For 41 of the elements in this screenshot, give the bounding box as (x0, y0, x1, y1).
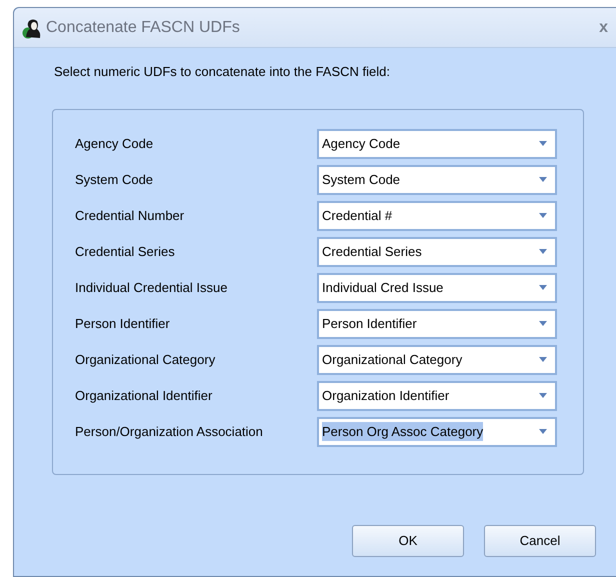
field-label: Agency Code (75, 134, 154, 153)
field-label: System Code (75, 170, 154, 189)
dropdown[interactable]: Credential # (317, 200, 557, 230)
ok-button[interactable]: OK (352, 524, 464, 556)
field-label: Person Identifier (75, 314, 171, 333)
caret-icon (539, 249, 547, 254)
cancel-button[interactable]: Cancel (484, 524, 596, 556)
dropdown[interactable]: Individual Cred Issue (317, 272, 557, 302)
dropdown[interactable]: Organization Identifier (317, 380, 557, 410)
field-label: Person/Organization Association (75, 422, 264, 441)
field-label: Organizational Category (75, 350, 216, 369)
dropdown-value: Organizational Category (322, 350, 462, 369)
dropdown-value: Agency Code (322, 134, 400, 153)
field-label: Organizational Identifier (75, 386, 214, 405)
window-title: Concatenate FASCN UDFs (46, 18, 240, 38)
dropdown-value: Person Identifier (322, 314, 417, 333)
field-label: Individual Credential Issue (75, 278, 228, 297)
dropdown[interactable]: Person Org Assoc Category (317, 416, 557, 446)
dropdown[interactable]: Credential Series (317, 236, 557, 266)
dropdown-value: System Code (322, 170, 400, 189)
caret-icon (539, 141, 547, 146)
caret-icon (539, 321, 547, 326)
caret-icon (539, 393, 547, 398)
caret-icon (539, 177, 547, 182)
dropdown[interactable]: System Code (317, 164, 557, 194)
dropdown-value: Organization Identifier (322, 386, 450, 405)
caret-icon (539, 357, 547, 362)
dropdown-value: Person Org Assoc Category (322, 422, 484, 442)
caret-icon (539, 213, 547, 218)
dropdown-value: Individual Cred Issue (322, 278, 444, 297)
field-label: Credential Number (75, 206, 186, 225)
field-label: Credential Series (75, 242, 176, 261)
caret-icon (539, 429, 547, 434)
person-icon (20, 16, 42, 38)
caret-icon (539, 285, 547, 290)
dropdown-value: Credential Series (322, 242, 422, 261)
instruction-text: Select numeric UDFs to concatenate into the FASCN field: (54, 63, 391, 81)
dropdown-value: Credential # (322, 206, 392, 225)
dropdown[interactable]: Person Identifier (317, 308, 557, 338)
dropdown[interactable]: Agency Code (317, 128, 557, 158)
dropdown[interactable]: Organizational Category (317, 344, 557, 374)
